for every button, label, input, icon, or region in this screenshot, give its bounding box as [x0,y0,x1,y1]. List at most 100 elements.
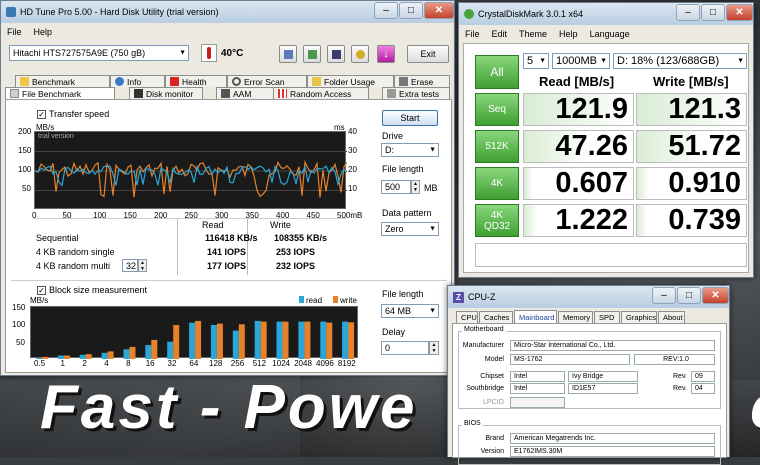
monitor-icon [134,89,143,98]
slogan-text: Fast - Powec [40,373,760,442]
col-write-header: Write [270,220,291,230]
tab-info[interactable]: Info [110,75,165,87]
cdm-512k-read-value: 47.26 [555,130,628,162]
cdm-seq-read: 121.9 [523,93,634,126]
cdm-4k-button[interactable]: 4K [475,167,519,200]
cdm-maximize-button[interactable]: □ [701,4,725,21]
y-right-label: 10 [348,184,357,193]
cdm-window[interactable]: CrystalDiskMark 3.0.1 x64 – □ ✕ File Edi… [458,2,754,278]
file-length-input[interactable]: 500 [381,180,411,194]
watermark-text: trial version [38,133,74,140]
cpuz-minimize-button[interactable]: – [652,287,676,304]
cdm-menu-help[interactable]: Help [559,29,578,39]
cdm-all-button[interactable]: All [475,55,519,89]
cpuz-close-button[interactable]: ✕ [702,287,729,304]
menu-help[interactable]: Help [34,27,53,37]
hdtune-minimize-button[interactable]: – [374,2,398,19]
cdm-runs-select[interactable]: 5 ▼ [523,53,549,69]
tab-random-access[interactable]: Random Access [273,87,369,99]
hdtune-window[interactable]: HD Tune Pro 5.00 - Hard Disk Utility (tr… [0,0,455,376]
cpuz-model-label: Model [484,356,504,363]
cdm-4k-read-value: 0.607 [555,167,628,199]
legend-write: write [333,296,357,305]
cdm-minimize-button[interactable]: – [676,4,700,21]
tab-aam[interactable]: AAM [216,87,274,99]
start-button[interactable]: Start [382,110,438,126]
menu-file[interactable]: File [7,27,22,37]
cdm-512k-button[interactable]: 512K [475,130,519,163]
cpuz-window[interactable]: Z CPU-Z – □ ✕ CPU Caches Mainboard Memor… [447,285,730,465]
drive-select[interactable]: Hitachi HTS727575A9E (750 gB) ▼ [9,45,189,61]
cpuz-tab-graphics[interactable]: Graphics [621,311,657,323]
cdm-menu-file[interactable]: File [465,29,480,39]
cdm-4kqd32-button[interactable]: 4K QD32 [475,204,519,237]
save-icon [331,49,341,59]
download-button[interactable]: ↓ [377,45,395,63]
cpuz-tab-about[interactable]: About [658,311,685,323]
cpuz-tab-spd-label: SPD [599,313,615,322]
file-length-spinner[interactable]: ▲ ▼ [411,180,420,194]
block-y-label: 50 [16,338,25,347]
file-length2-select[interactable]: 64 MB ▼ [381,304,439,318]
block-x-tick-label: 64 [189,359,199,368]
cdm-drive-select[interactable]: D: 18% (123/688GB) ▼ [613,53,747,69]
cdm-menu-theme[interactable]: Theme [519,29,547,39]
tab-disk-monitor[interactable]: Disk monitor [129,87,203,99]
x-tick-label: 300 [215,211,229,220]
cdm-comment-field[interactable] [475,243,747,267]
delay-input[interactable]: 0 [381,341,429,355]
block-bar-read [320,321,327,359]
queue-depth-spinner[interactable]: ▲ ▼ [138,259,147,272]
tab-folder-usage[interactable]: Folder Usage [307,75,394,87]
cdm-seq-button[interactable]: Seq [475,93,519,126]
cpuz-tab-cpu[interactable]: CPU [456,311,478,323]
cdm-menubar: File Edit Theme Help Language [459,27,753,41]
cdm-size-select[interactable]: 1000MB ▼ [552,53,610,69]
queue-depth-input[interactable]: 32 [122,259,138,272]
cdm-menu-language[interactable]: Language [590,29,630,39]
cdm-4kqd32-read-value: 1.222 [555,204,628,236]
transfer-speed-checkbox[interactable]: ✓ Transfer speed [37,109,109,119]
hdtune-close-button[interactable]: ✕ [424,2,454,19]
cdm-seq-read-value: 121.9 [555,93,628,125]
tab-file-benchmark[interactable]: File Benchmark [5,87,115,99]
cdm-4kqd32-write-value: 0.739 [668,204,741,236]
tab-health[interactable]: Health [165,75,227,87]
data-pattern-select[interactable]: Zero ▼ [381,222,439,236]
cdm-close-button[interactable]: ✕ [726,4,753,21]
cpuz-brand-value: American Megatrends Inc. [510,433,715,444]
drive-letter-select[interactable]: D: ▼ [381,143,439,157]
exit-button[interactable]: Exit [407,45,449,63]
copy-info-button[interactable] [279,45,297,63]
cdm-read-header: Read [MB/s] [539,74,615,89]
cpuz-chipset-name: Ivy Bridge [568,371,638,382]
copy-all-button[interactable] [303,45,321,63]
cpuz-tab-mainboard[interactable]: Mainboard [514,310,557,323]
tab-erase[interactable]: Erase [394,75,450,87]
cdm-4kqd32-write: 0.739 [636,204,747,237]
info-icon [115,77,124,86]
tab-extra-tests[interactable]: Extra tests [382,87,450,99]
block-size-checkbox[interactable]: ✓ Block size measurement [37,285,147,295]
block-size-label: Block size measurement [49,285,148,295]
row-sequential-label: Sequential [36,233,79,243]
cpuz-tab-memory[interactable]: Memory [558,311,593,323]
hdtune-maximize-button[interactable]: □ [399,2,423,19]
cpuz-tab-spd[interactable]: SPD [594,311,620,323]
col-read-header: Read [202,220,224,230]
options-button[interactable] [351,45,369,63]
cpuz-maximize-button[interactable]: □ [677,287,701,304]
tab-error-scan[interactable]: Error Scan [227,75,307,87]
download-arrow-icon: ↓ [383,48,389,60]
block-chart-svg [36,320,355,359]
block-bar-write [238,324,245,359]
tab-benchmark[interactable]: Benchmark [15,75,110,87]
x-tick-label: 150 [123,211,137,220]
cpuz-tab-caches[interactable]: Caches [479,311,513,323]
save-button[interactable] [327,45,345,63]
hdtune-title: HD Tune Pro 5.00 - Hard Disk Utility (tr… [20,7,219,17]
delay-spinner[interactable]: ▲ ▼ [429,341,439,355]
cdm-menu-edit[interactable]: Edit [492,29,508,39]
y-left-label: 150 [18,146,32,155]
chevron-down-icon: ▼ [539,57,546,65]
